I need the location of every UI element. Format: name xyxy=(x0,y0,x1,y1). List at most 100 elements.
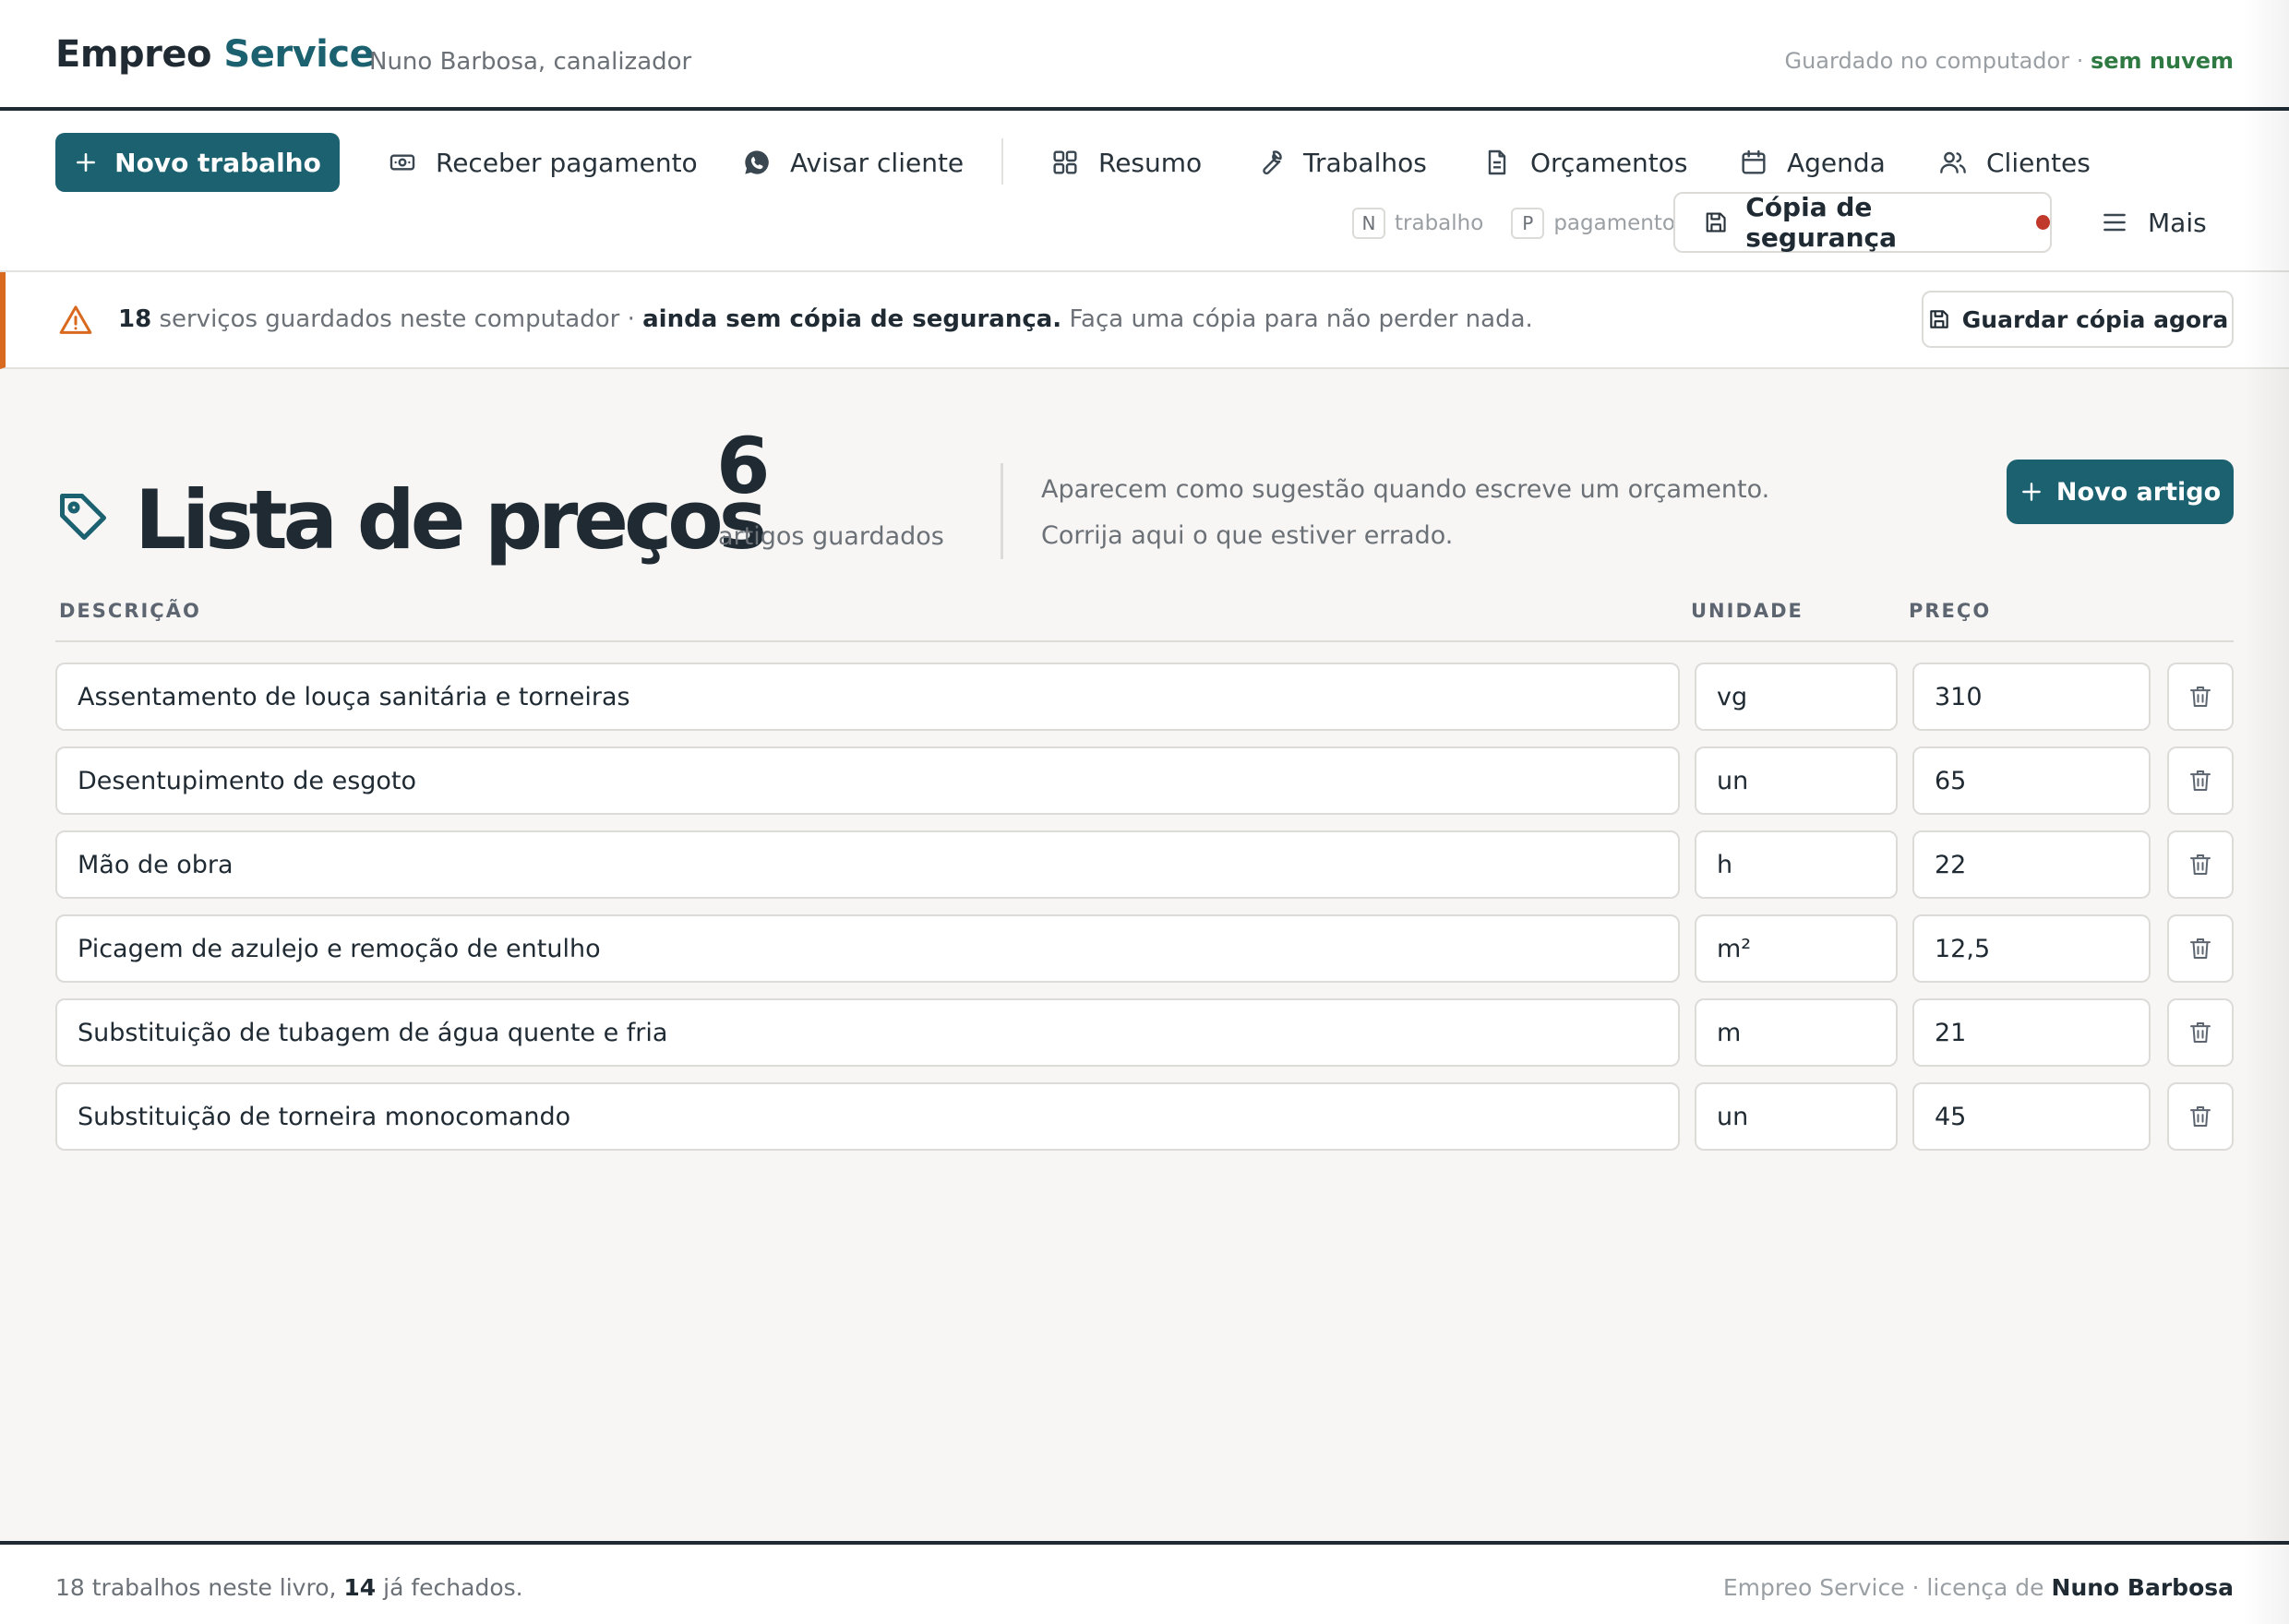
price-input[interactable] xyxy=(1912,663,2151,731)
document-icon xyxy=(1488,149,1506,175)
plus-icon xyxy=(77,153,96,172)
unit-input[interactable] xyxy=(1695,914,1898,983)
owner-name: Nuno Barbosa, canalizador xyxy=(369,48,692,76)
toolbar-divider xyxy=(1001,138,1003,185)
delete-row-button[interactable] xyxy=(2167,998,2234,1067)
nav-jobs[interactable]: Trabalhos xyxy=(1255,138,1427,186)
trash-icon xyxy=(2190,1022,2211,1043)
table-row xyxy=(0,1082,2289,1151)
table-header-divider xyxy=(55,640,2234,642)
description-input[interactable] xyxy=(55,998,1680,1067)
keyboard-shortcuts: N trabalho P pagamento xyxy=(1352,207,1675,240)
trash-icon xyxy=(2190,770,2211,791)
price-input[interactable] xyxy=(1912,746,2151,815)
save-icon xyxy=(1930,310,1948,328)
nav-quotes-label: Orçamentos xyxy=(1530,147,1688,178)
description-input[interactable] xyxy=(55,1082,1680,1151)
brand-logo: Empreo Service xyxy=(55,33,375,76)
delete-row-button[interactable] xyxy=(2167,663,2234,731)
page-title: Lista de preços xyxy=(135,472,767,567)
storage-status: Guardado no computador · sem nuvem xyxy=(1784,48,2234,74)
users-icon xyxy=(1940,151,1966,173)
price-input[interactable] xyxy=(1912,998,2151,1067)
nav-jobs-label: Trabalhos xyxy=(1303,147,1427,178)
items-count: 6 xyxy=(716,421,771,511)
jobs-summary: 18 trabalhos neste livro, 14 já fechados… xyxy=(55,1574,523,1601)
footer-jobs-text: 18 trabalhos neste livro, xyxy=(55,1574,337,1601)
unit-input[interactable] xyxy=(1695,998,1898,1067)
trash-icon xyxy=(2190,938,2211,959)
save-backup-now-label: Guardar cópia agora xyxy=(1961,305,2229,333)
app-footer: 18 trabalhos neste livro, 14 já fechados… xyxy=(0,1541,2289,1624)
table-row xyxy=(0,914,2289,983)
whatsapp-icon xyxy=(745,150,769,174)
main-toolbar: Novo trabalho Receber pagamento Avisar c… xyxy=(0,111,2289,272)
backup-button[interactable]: Cópia de segurança xyxy=(1673,192,2052,253)
nav-clients[interactable]: Clientes xyxy=(1938,138,2091,186)
nav-clients-label: Clientes xyxy=(1986,147,2091,178)
more-menu-button[interactable]: Mais xyxy=(2100,197,2207,247)
unit-input[interactable] xyxy=(1695,663,1898,731)
nav-summary[interactable]: Resumo xyxy=(1050,138,1202,186)
closed-jobs-count: 14 xyxy=(343,1574,377,1601)
unit-input[interactable] xyxy=(1695,1082,1898,1151)
header-divider xyxy=(1001,463,1003,559)
license-text: Empreo Service · licença de xyxy=(1722,1574,2044,1601)
backup-warning-text: 18 serviços guardados neste computador ·… xyxy=(118,305,1533,333)
description-input[interactable] xyxy=(55,663,1680,731)
more-label: Mais xyxy=(2148,207,2207,238)
shortcut-key-payment: P xyxy=(1511,208,1545,239)
price-input[interactable] xyxy=(1912,830,2151,899)
description-input[interactable] xyxy=(55,830,1680,899)
trash-icon xyxy=(2190,854,2211,875)
table-row xyxy=(0,830,2289,899)
page-hint: Aparecem como sugestão quando escreve um… xyxy=(1041,467,1769,559)
page-hint-line2: Corrija aqui o que estiver errado. xyxy=(1041,521,1454,550)
description-input[interactable] xyxy=(55,914,1680,983)
unit-input[interactable] xyxy=(1695,746,1898,815)
delete-row-button[interactable] xyxy=(2167,1082,2234,1151)
new-item-label: Novo artigo xyxy=(2055,477,2222,507)
delete-row-button[interactable] xyxy=(2167,830,2234,899)
alert-text-bold: ainda sem cópia de segurança. xyxy=(642,305,1062,333)
notify-client-label: Avisar cliente xyxy=(790,147,965,178)
items-count-label: artigos guardados xyxy=(718,522,944,551)
receive-payment-label: Receber pagamento xyxy=(436,147,698,178)
price-input[interactable] xyxy=(1912,1082,2151,1151)
cash-icon xyxy=(389,154,415,171)
shortcut-key-new-job: N xyxy=(1352,208,1385,239)
storage-status-text: Guardado no computador · xyxy=(1784,48,2084,74)
nav-quotes[interactable]: Orçamentos xyxy=(1482,138,1687,186)
license-info: Empreo Service · licença de Nuno Barbosa xyxy=(1723,1574,2234,1601)
column-header-unit: UNIDADE xyxy=(1691,600,1804,622)
wrench-icon xyxy=(1263,150,1282,175)
notify-client-button[interactable]: Avisar cliente xyxy=(742,138,964,186)
menu-icon xyxy=(2103,213,2126,232)
new-item-button[interactable]: Novo artigo xyxy=(2007,460,2234,524)
column-header-price: PREÇO xyxy=(1909,600,1992,622)
receive-payment-button[interactable]: Receber pagamento xyxy=(388,138,698,186)
grid-icon xyxy=(1053,150,1077,174)
new-job-label: Novo trabalho xyxy=(114,147,321,178)
nav-agenda[interactable]: Agenda xyxy=(1739,138,1886,186)
backup-status-dot xyxy=(2035,215,2050,230)
page-hint-line1: Aparecem como sugestão quando escreve um… xyxy=(1041,475,1770,504)
shortcut-label-new-job: trabalho xyxy=(1395,211,1484,235)
table-row xyxy=(0,663,2289,731)
app-header: Empreo Service Nuno Barbosa, canalizador… xyxy=(0,0,2289,111)
delete-row-button[interactable] xyxy=(2167,914,2234,983)
backup-label: Cópia de segurança xyxy=(1745,192,1898,253)
calendar-icon xyxy=(1742,149,1766,174)
price-input[interactable] xyxy=(1912,914,2151,983)
unit-input[interactable] xyxy=(1695,830,1898,899)
column-header-description: DESCRIÇÃO xyxy=(59,600,201,622)
delete-row-button[interactable] xyxy=(2167,746,2234,815)
footer-closed-text: já fechados. xyxy=(383,1574,523,1601)
services-count: 18 xyxy=(118,305,152,333)
plus-icon xyxy=(2022,483,2041,501)
trash-icon xyxy=(2190,1106,2211,1127)
save-backup-now-button[interactable]: Guardar cópia agora xyxy=(1922,291,2234,348)
description-input[interactable] xyxy=(55,746,1680,815)
new-job-button[interactable]: Novo trabalho xyxy=(55,133,340,192)
nav-summary-label: Resumo xyxy=(1098,147,1203,178)
